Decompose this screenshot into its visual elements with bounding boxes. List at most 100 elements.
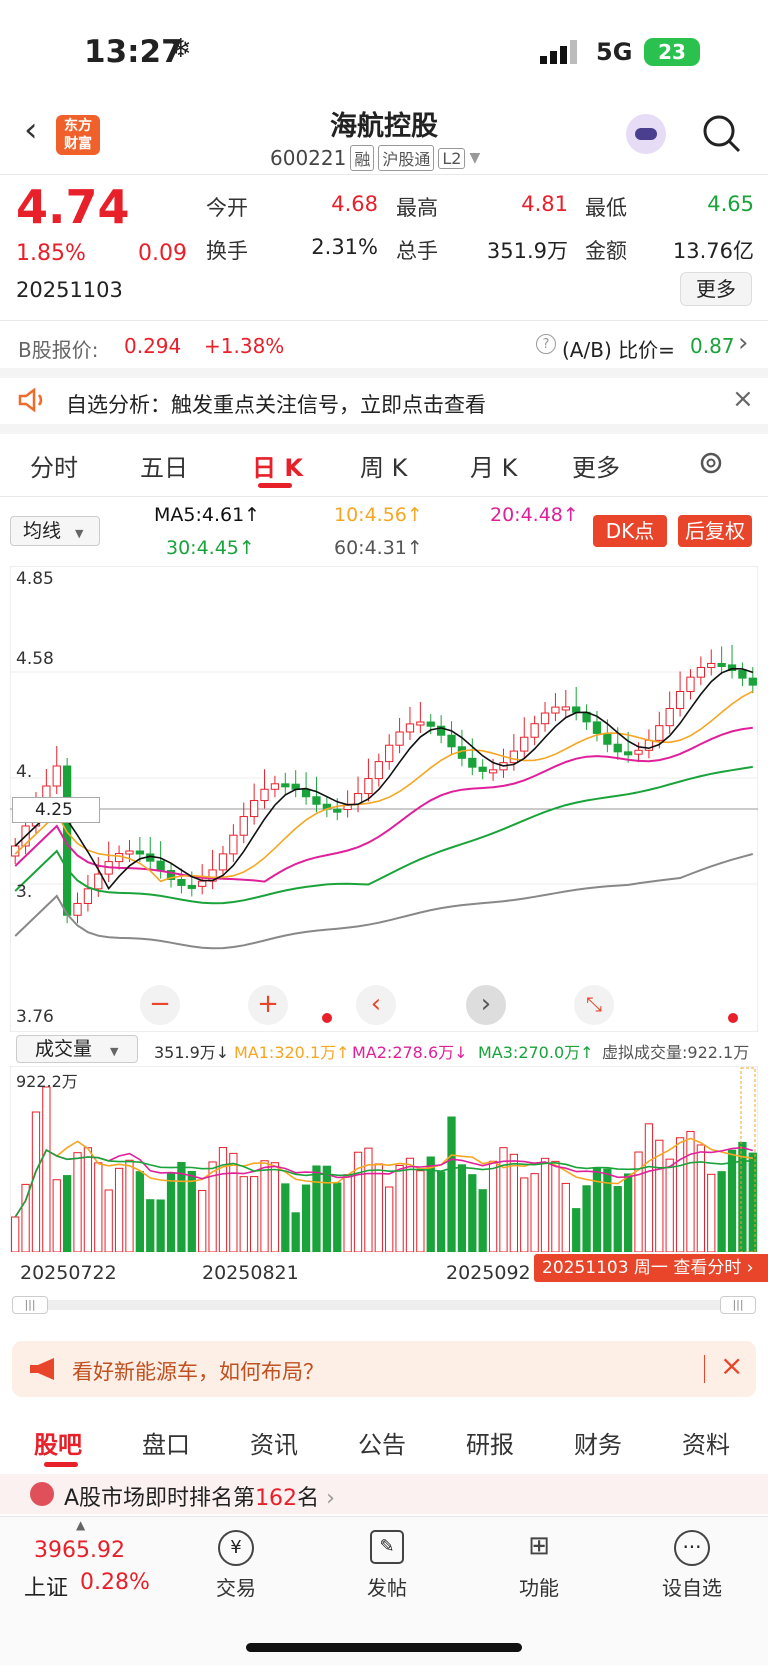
- rank-row[interactable]: A股市场即时排名第162名 ›: [0, 1474, 768, 1514]
- volume-selector[interactable]: 成交量 ▼: [16, 1035, 138, 1063]
- scroll-handle-left[interactable]: |||: [12, 1296, 48, 1314]
- volume-bar: [624, 1173, 633, 1252]
- volume-bar: [613, 1186, 622, 1252]
- date-label-3: 2025092: [446, 1262, 531, 1284]
- volume-bar: [281, 1183, 290, 1252]
- rank-number: 162: [255, 1486, 298, 1511]
- tab-research[interactable]: 研报: [466, 1425, 514, 1460]
- axis-p3: 4.: [16, 762, 33, 782]
- tab-intraday[interactable]: 分时: [30, 448, 78, 483]
- candle-body: [260, 788, 269, 802]
- zoom-in-icon[interactable]: +: [248, 985, 288, 1025]
- candle-body: [520, 736, 529, 752]
- volume-bar: [83, 1147, 93, 1252]
- scroll-handle-right[interactable]: |||: [720, 1296, 756, 1314]
- volume-label: 总手: [396, 239, 438, 263]
- candle-body: [395, 731, 404, 746]
- adjust-button[interactable]: 后复权: [678, 515, 752, 547]
- ad-banner[interactable]: 看好新能源车，如何布局？ ×: [12, 1341, 756, 1397]
- axis-bottom: 3.76: [16, 1007, 54, 1027]
- volume-bar: [52, 1179, 61, 1252]
- volume-bar: [94, 1162, 103, 1252]
- close-icon[interactable]: ×: [720, 1349, 743, 1382]
- candle-body: [738, 670, 747, 679]
- candlestick-chart[interactable]: [10, 566, 758, 1032]
- volume-bar: [488, 1160, 498, 1252]
- volume-bar: [63, 1175, 72, 1252]
- network-type: 5G: [596, 38, 633, 66]
- bshare-price: 0.294: [124, 334, 182, 358]
- open-label: 今开: [206, 196, 248, 220]
- zoom-out-icon[interactable]: −: [140, 985, 180, 1025]
- help-icon[interactable]: ?: [536, 334, 556, 354]
- tab-announcements[interactable]: 公告: [358, 1425, 406, 1460]
- axis-p2: 4.58: [16, 649, 54, 669]
- candle-body: [488, 769, 498, 774]
- amount-label: 金额: [585, 239, 627, 263]
- chevron-right-icon[interactable]: ›: [466, 985, 506, 1025]
- volume-bar: [218, 1147, 228, 1252]
- ratio-label: (A/B) 比价=: [562, 338, 675, 362]
- turnover-value: 2.31%: [311, 235, 378, 259]
- stock-code-row[interactable]: 600221 融 沪股通 L2 ▼: [270, 145, 480, 171]
- dk-point-button[interactable]: DK点: [593, 515, 667, 547]
- more-button[interactable]: 更多: [680, 272, 752, 306]
- volume-bar: [457, 1164, 467, 1252]
- nav-trade-label: 交易: [216, 1576, 256, 1600]
- close-icon[interactable]: ×: [732, 384, 754, 414]
- volume-bar: [540, 1157, 550, 1252]
- axis-p5: 3.: [16, 882, 33, 902]
- tab-profile[interactable]: 资料: [682, 1425, 730, 1460]
- ma-selector[interactable]: 均线 ▼: [10, 516, 100, 546]
- candle-body: [73, 902, 82, 916]
- candle-body: [603, 732, 612, 745]
- search-icon[interactable]: [702, 114, 742, 154]
- ma60-value: 60:4.31↑: [334, 537, 423, 559]
- tab-daily-k[interactable]: 日 K: [252, 448, 303, 483]
- volume-bar: [520, 1177, 529, 1252]
- gear-icon[interactable]: [696, 448, 726, 478]
- tab-forum[interactable]: 股吧: [34, 1425, 82, 1460]
- tag-connect: 沪股通: [378, 145, 435, 171]
- volume-bar: [239, 1176, 248, 1252]
- current-price: 4.74: [16, 180, 130, 234]
- tab-news[interactable]: 资讯: [250, 1425, 298, 1460]
- candle-body: [52, 765, 61, 787]
- more-dots-icon: ···: [674, 1530, 710, 1566]
- chart-scrollbar[interactable]: [12, 1300, 756, 1310]
- ma20-value: 20:4.48↑: [490, 504, 579, 526]
- volume-bar: [416, 1170, 425, 1252]
- tab-underline: [258, 483, 292, 488]
- volume-bar: [312, 1165, 321, 1252]
- tab-finance[interactable]: 财务: [574, 1425, 622, 1460]
- candle-body: [229, 834, 238, 855]
- status-time: 13:27: [84, 34, 183, 70]
- date-label-1: 20250722: [20, 1262, 117, 1284]
- robot-assistant-icon[interactable]: [626, 114, 666, 154]
- candle-body: [540, 712, 550, 725]
- tab-weekly-k[interactable]: 周 K: [360, 448, 407, 483]
- volume-bar: [675, 1137, 685, 1252]
- volume-bar: [156, 1199, 165, 1252]
- tab-monthly-k[interactable]: 月 K: [470, 448, 517, 483]
- tag-l2: L2: [438, 147, 466, 169]
- expand-icon[interactable]: ⤡: [574, 985, 614, 1025]
- candle-body: [198, 880, 207, 887]
- tab-five-day[interactable]: 五日: [140, 448, 188, 483]
- change-value: 0.09: [138, 241, 187, 266]
- volume-bar: [572, 1208, 581, 1252]
- volume-bar: [530, 1173, 539, 1252]
- volume-bar: [301, 1184, 311, 1252]
- tab-more[interactable]: 更多: [572, 448, 620, 483]
- candle-body: [156, 860, 165, 872]
- axis-top: 4.85: [16, 569, 54, 589]
- volume-bar: [374, 1163, 383, 1252]
- volume-chart[interactable]: [10, 1066, 758, 1252]
- candle-body: [675, 690, 685, 710]
- candle-body: [468, 757, 477, 768]
- volume-bar: [717, 1171, 726, 1252]
- tab-orderbook[interactable]: 盘口: [142, 1425, 190, 1460]
- chevron-left-icon[interactable]: ‹: [356, 985, 396, 1025]
- view-intraday-badge[interactable]: 20251103 周一 查看分时 ›: [534, 1254, 768, 1282]
- volume-bar: [437, 1171, 446, 1252]
